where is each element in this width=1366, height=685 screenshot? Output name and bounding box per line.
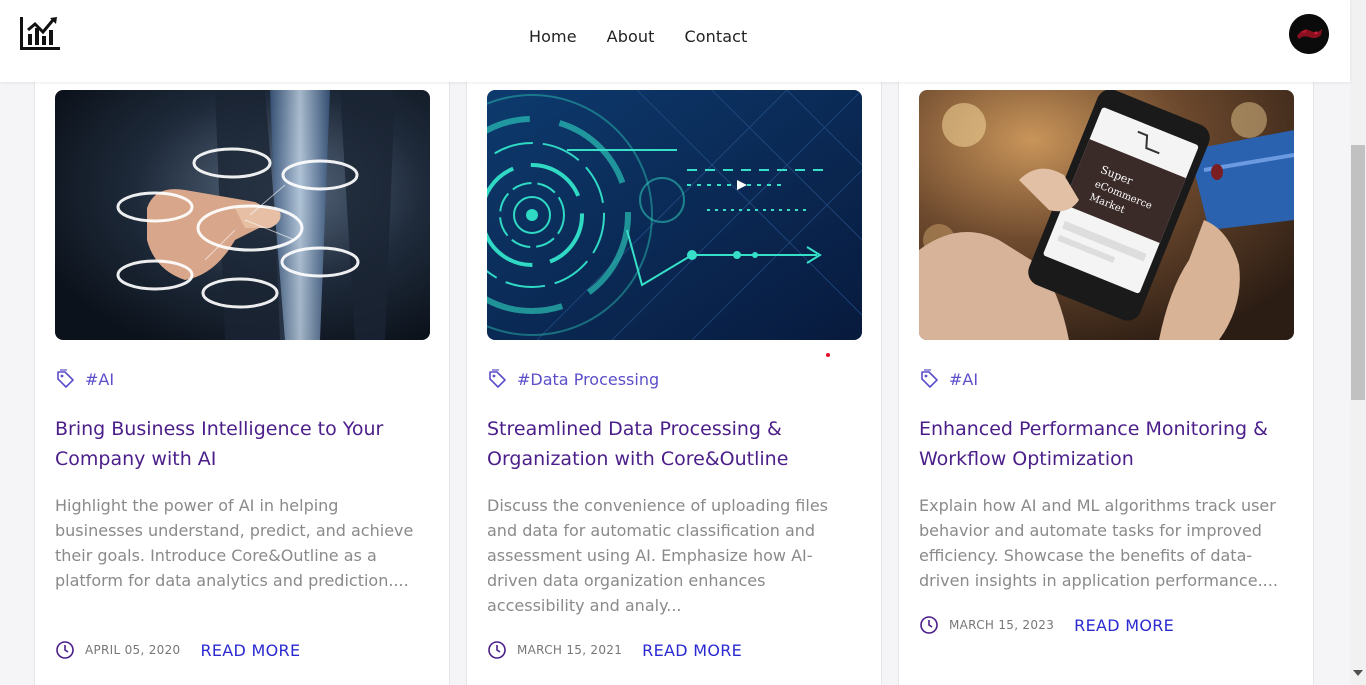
clock-icon (920, 616, 938, 634)
card-date: MARCH 15, 2023 (949, 618, 1055, 632)
card-title[interactable]: Bring Business Intelligence to Your Comp… (55, 414, 430, 474)
card-image-ecommerce-phone[interactable]: Super eCommerce Market (919, 90, 1294, 340)
nav-about-link[interactable]: About (607, 27, 655, 46)
card-description: Highlight the power of AI in helping bus… (55, 496, 414, 590)
tag-row: #AI (919, 369, 978, 389)
read-more-link[interactable]: READ MORE (1074, 616, 1174, 635)
user-avatar[interactable] (1289, 14, 1329, 54)
blog-card: #Data Processing Streamlined Data Proces… (466, 60, 882, 685)
bar-chart-logo-icon[interactable] (19, 16, 61, 52)
card-tag[interactable]: #Data Processing (517, 370, 659, 389)
tag-icon (489, 369, 506, 388)
card-tag[interactable]: #AI (85, 370, 114, 389)
clock-icon (56, 641, 74, 659)
card-title[interactable]: Streamlined Data Processing & Organizati… (487, 414, 862, 474)
card-image-business-ai[interactable] (55, 90, 430, 340)
read-more-link[interactable]: READ MORE (200, 641, 300, 660)
card-tag[interactable]: #AI (949, 370, 978, 389)
card-description: Explain how AI and ML algorithms track u… (919, 496, 1278, 590)
read-more-link[interactable]: READ MORE (642, 641, 742, 660)
card-title[interactable]: Enhanced Performance Monitoring & Workfl… (919, 414, 1294, 474)
card-meta: APRIL 05, 2020 READ MORE (55, 640, 300, 660)
scroll-down-arrow-icon[interactable] (1353, 670, 1363, 676)
clock-icon (488, 641, 506, 659)
decorative-dot (826, 353, 830, 357)
main-nav: Home About Contact (529, 27, 747, 46)
card-meta: MARCH 15, 2021 READ MORE (487, 640, 742, 660)
card-date: MARCH 15, 2021 (517, 643, 623, 657)
card-description: Discuss the convenience of uploading fil… (487, 496, 829, 615)
tag-icon (921, 369, 938, 388)
blog-card: Super eCommerce Market #AI Enhanced Perf… (898, 60, 1314, 685)
nav-contact-link[interactable]: Contact (684, 27, 747, 46)
tag-row: #Data Processing (487, 369, 659, 389)
nav-home-link[interactable]: Home (529, 27, 577, 46)
top-navbar: Home About Contact (0, 0, 1350, 82)
card-date: APRIL 05, 2020 (85, 643, 181, 657)
scrollbar-thumb[interactable] (1351, 145, 1365, 400)
blog-card: #AI Bring Business Intelligence to Your … (34, 60, 450, 685)
card-image-data-processing[interactable] (487, 90, 862, 340)
tag-row: #AI (55, 369, 114, 389)
tag-icon (57, 369, 74, 388)
card-meta: MARCH 15, 2023 READ MORE (919, 615, 1174, 635)
